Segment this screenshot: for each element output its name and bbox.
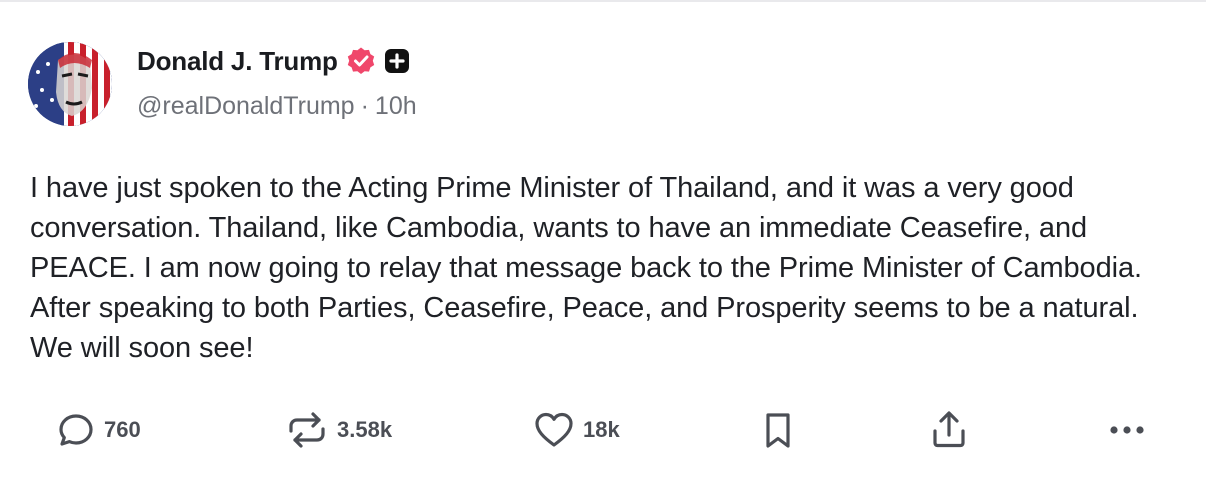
reply-bubble-icon bbox=[59, 414, 93, 446]
plus-square-icon bbox=[384, 48, 410, 74]
reply-count: 760 bbox=[104, 417, 141, 442]
top-divider bbox=[0, 0, 1206, 2]
bookmark-button[interactable] bbox=[760, 404, 796, 456]
repost-icon bbox=[289, 412, 325, 448]
more-options-button[interactable] bbox=[1108, 404, 1148, 456]
like-count: 18k bbox=[583, 417, 620, 442]
post-timestamp[interactable]: 10h bbox=[375, 92, 417, 121]
heart-icon bbox=[535, 412, 573, 447]
author-display-name[interactable]: Donald J. Trump bbox=[137, 46, 338, 77]
author-meta: @realDonaldTrump · 10h bbox=[137, 92, 417, 121]
verified-check-icon bbox=[346, 46, 376, 76]
avatar[interactable] bbox=[28, 42, 112, 126]
post-action-bar: 760 3.58k 18k bbox=[0, 404, 1206, 456]
share-upload-icon bbox=[933, 411, 965, 448]
author-handle[interactable]: @realDonaldTrump bbox=[137, 92, 355, 121]
meta-separator: · bbox=[360, 92, 369, 120]
bookmark-icon bbox=[766, 413, 790, 448]
retruth-count: 3.58k bbox=[337, 417, 393, 442]
reply-button[interactable]: 760 bbox=[56, 404, 141, 456]
share-button[interactable] bbox=[928, 404, 970, 456]
avatar-flag-portrait-image bbox=[28, 42, 112, 126]
more-dots-icon bbox=[1110, 426, 1144, 434]
author-name-row: Donald J. Trump bbox=[137, 44, 410, 78]
post-body-text: I have just spoken to the Acting Prime M… bbox=[30, 172, 1142, 364]
like-button[interactable]: 18k bbox=[533, 404, 620, 456]
retruth-button[interactable]: 3.58k bbox=[285, 404, 392, 456]
